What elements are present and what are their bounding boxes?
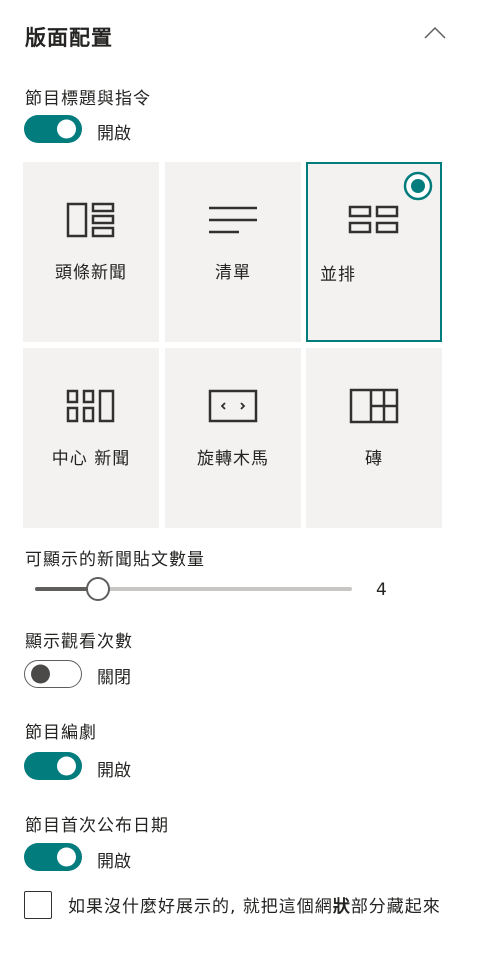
publish-date-toggle-text: 開啟 [97,852,131,872]
author-label: 節目編劇 [25,723,97,743]
list-layout-icon [209,206,257,234]
toggle-knob [31,664,50,684]
layout-tile-label: 清單 [215,263,251,283]
hide-section-label-bold: 狀 [332,897,351,917]
author-toggle[interactable] [24,752,82,780]
carousel-layout-icon [208,389,258,423]
layout-tile-side-by-side[interactable]: 並排 [306,162,442,342]
layout-tile-label: 中心 新聞 [51,449,131,469]
title-commands-toggle[interactable] [24,115,82,143]
toggle-knob [57,847,76,867]
selected-radio-icon [403,171,433,201]
view-counts-label: 顯示觀看次數 [25,632,133,652]
layout-tile-carousel[interactable]: 旋轉木馬 [165,348,301,528]
hide-section-label-suffix: 部分藏起來 [350,897,441,917]
toggle-knob [57,119,76,139]
title-commands-label: 節目標題與指令 [25,89,151,109]
hide-section-label: 如果沒什麼好展示的, 就把這個網狀部分藏起來 [68,893,448,921]
post-count-value: 4 [376,580,387,600]
collapse-button[interactable] [420,22,450,44]
hub-news-layout-icon [66,389,115,423]
layout-tile-list[interactable]: 清單 [165,162,301,342]
layout-tile-hub-news[interactable]: 中心 新聞 [23,348,159,528]
layout-tile-label: 並排 [320,265,356,285]
post-count-label: 可顯示的新聞貼文數量 [25,550,205,570]
layout-tile-label: 旋轉木馬 [197,449,269,469]
top-story-layout-icon [66,202,115,238]
hide-section-label-prefix: 如果沒什麼好展示的, 就把這個網 [68,897,333,917]
chevron-up-icon [424,26,446,39]
view-counts-toggle-text: 關閉 [97,668,131,688]
layout-tile-tiles[interactable]: 磚 [306,348,442,528]
side-by-side-layout-icon [348,205,399,234]
toggle-knob [57,756,76,776]
section-title: 版面配置 [25,26,113,50]
publish-date-toggle[interactable] [24,843,82,871]
author-toggle-text: 開啟 [97,761,131,781]
tiles-layout-icon [349,388,399,424]
publish-date-label: 節目首次公布日期 [25,816,169,836]
layout-tile-label: 頭條新聞 [55,263,127,283]
view-counts-toggle[interactable] [24,660,82,688]
title-commands-toggle-text: 開啟 [97,124,131,144]
post-count-slider-thumb[interactable] [86,577,110,601]
hide-section-checkbox[interactable] [24,891,52,919]
layout-tile-label: 磚 [365,449,383,469]
layout-tile-top-story[interactable]: 頭條新聞 [23,162,159,342]
